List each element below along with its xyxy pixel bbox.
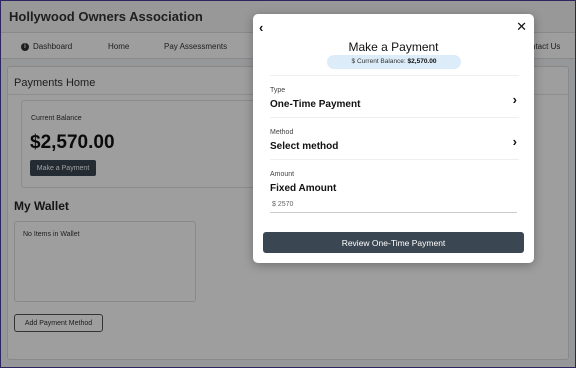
method-label: Method — [270, 129, 294, 136]
back-chevron-icon[interactable]: ‹ — [259, 20, 263, 35]
amount-input[interactable] — [270, 197, 517, 213]
payment-type-row[interactable]: Type One-Time Payment › — [270, 75, 519, 117]
close-icon[interactable]: ✕ — [516, 19, 527, 35]
chevron-right-icon[interactable]: › — [513, 134, 517, 149]
chevron-right-icon[interactable]: › — [513, 92, 517, 107]
app-window: Hollywood Owners Association i Dashboard… — [1, 1, 575, 367]
type-label: Type — [270, 87, 286, 94]
review-payment-button[interactable]: Review One-Time Payment — [263, 232, 524, 253]
balance-pill-value: $2,570.00 — [407, 58, 437, 65]
payment-method-row[interactable]: Method Select method › — [270, 117, 519, 159]
current-balance-pill: $ Current Balance: $2,570.00 — [327, 55, 461, 69]
amount-type-value: Fixed Amount — [270, 183, 337, 194]
balance-pill-prefix: $ Current Balance: — [351, 58, 406, 65]
payment-modal: ‹ ✕ Make a Payment $ Current Balance: $2… — [253, 14, 534, 263]
modal-title: Make a Payment — [348, 40, 439, 54]
type-value: One-Time Payment — [270, 99, 361, 110]
amount-label: Amount — [270, 171, 295, 178]
method-value: Select method — [270, 141, 339, 152]
